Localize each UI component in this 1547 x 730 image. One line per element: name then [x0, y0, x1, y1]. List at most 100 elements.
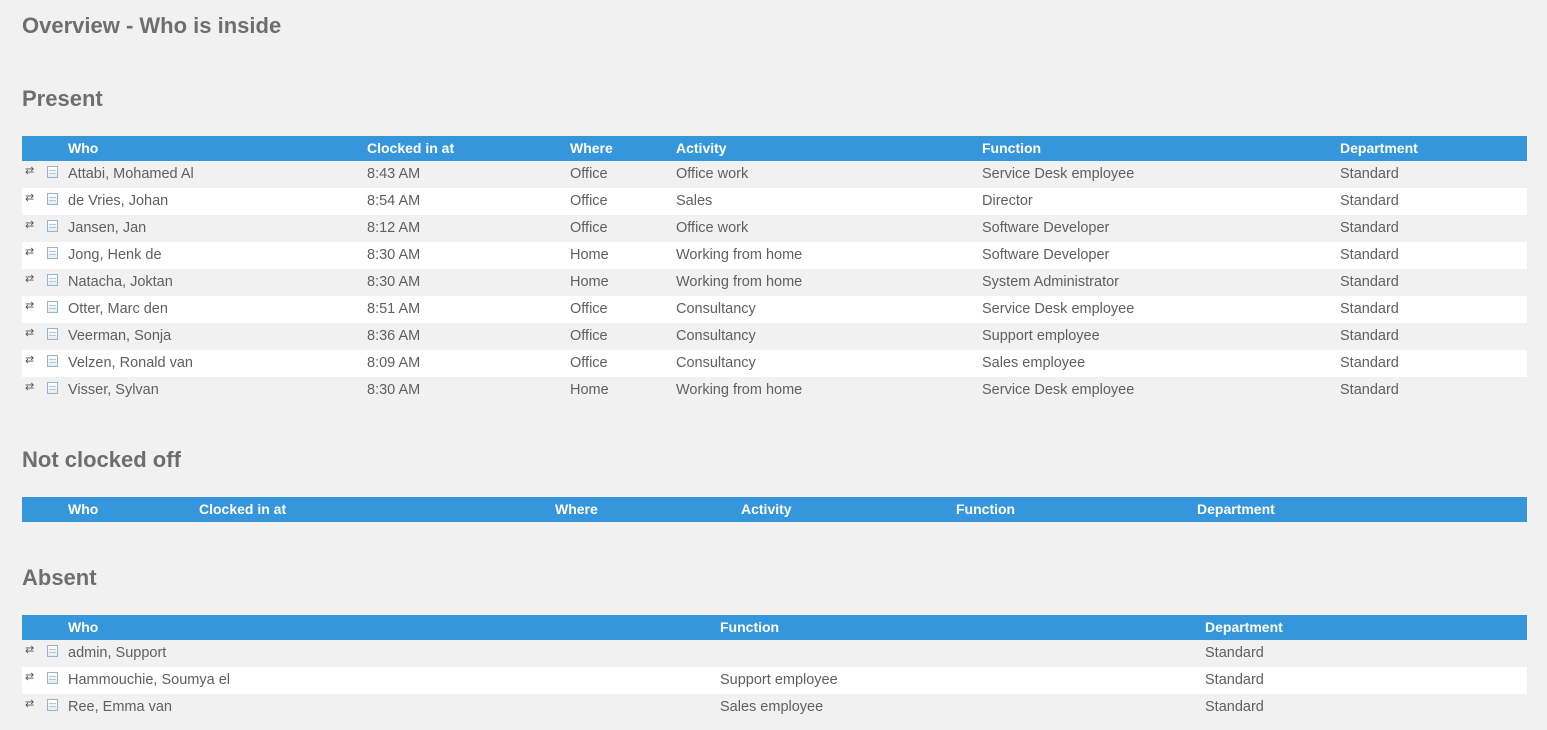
- cell-department: Standard: [1340, 193, 1399, 209]
- table-row: ⇄ de Vries, Johan 8:54 AM Office Sales Direct…: [22, 188, 1527, 215]
- not-clocked-off-table-header: Who Clocked in at Where Activity Functio…: [22, 497, 1527, 522]
- cell-department: Standard: [1340, 247, 1399, 263]
- present-table: Who Clocked in at Where Activity Functio…: [22, 136, 1527, 404]
- table-row: ⇄ Visser, Sylvan 8:30 AM Home Working from h…: [22, 377, 1527, 404]
- not-clocked-off-table: Who Clocked in at Where Activity Functio…: [22, 497, 1527, 522]
- document-icon[interactable]: [47, 355, 58, 367]
- table-row: ⇄ Hammouchie, Soumya el Support employee St…: [22, 667, 1527, 694]
- swap-arrows-icon[interactable]: ⇄: [25, 326, 39, 340]
- cell-who[interactable]: Velzen, Ronald van: [68, 350, 193, 377]
- col-header-activity[interactable]: Activity: [741, 497, 792, 522]
- cell-who[interactable]: Otter, Marc den: [68, 296, 168, 323]
- swap-arrows-icon[interactable]: ⇄: [25, 272, 39, 286]
- col-header-function[interactable]: Function: [720, 615, 779, 640]
- document-icon[interactable]: [47, 193, 58, 205]
- cell-clocked-in-at: 8:30 AM: [367, 274, 421, 290]
- swap-arrows-icon[interactable]: ⇄: [25, 670, 39, 684]
- cell-who[interactable]: Jansen, Jan: [68, 215, 146, 242]
- cell-department: Standard: [1340, 382, 1399, 398]
- cell-activity: Office work: [676, 166, 749, 182]
- col-header-clocked-in-at[interactable]: Clocked in at: [199, 497, 286, 522]
- col-header-clocked-in-at[interactable]: Clocked in at: [367, 136, 454, 161]
- swap-arrows-icon[interactable]: ⇄: [25, 643, 39, 657]
- cell-activity: Working from home: [676, 382, 803, 398]
- document-icon[interactable]: [47, 166, 58, 178]
- absent-section-title: Absent: [22, 565, 97, 590]
- swap-arrows-icon[interactable]: ⇄: [25, 191, 39, 205]
- cell-department: Standard: [1340, 355, 1399, 371]
- table-row: ⇄ Jansen, Jan 8:12 AM Office Office work Soft…: [22, 215, 1527, 242]
- swap-arrows-icon[interactable]: ⇄: [25, 164, 39, 178]
- cell-function: Sales employee: [982, 355, 1086, 371]
- col-header-department[interactable]: Department: [1340, 136, 1418, 161]
- cell-function: System Administrator: [982, 274, 1119, 290]
- table-row: ⇄ Ree, Emma van Sales employee Standard: [22, 694, 1527, 721]
- table-row: ⇄ Otter, Marc den 8:51 AM Office Consultancy…: [22, 296, 1527, 323]
- cell-who[interactable]: Visser, Sylvan: [68, 377, 159, 404]
- cell-department: Standard: [1340, 328, 1399, 344]
- cell-department: Standard: [1205, 645, 1264, 661]
- swap-arrows-icon[interactable]: ⇄: [25, 353, 39, 367]
- swap-arrows-icon[interactable]: ⇄: [25, 245, 39, 259]
- cell-function: Software Developer: [982, 247, 1110, 263]
- page-title: Overview - Who is inside: [22, 13, 282, 38]
- swap-arrows-icon[interactable]: ⇄: [25, 218, 39, 232]
- col-header-function[interactable]: Function: [982, 136, 1041, 161]
- col-header-who[interactable]: Who: [68, 136, 98, 161]
- col-header-function[interactable]: Function: [956, 497, 1015, 522]
- col-header-department[interactable]: Department: [1205, 615, 1283, 640]
- table-row: ⇄ Natacha, Joktan 8:30 AM Home Working from …: [22, 269, 1527, 296]
- swap-arrows-icon[interactable]: ⇄: [25, 697, 39, 711]
- table-row: ⇄ Attabi, Mohamed Al 8:43 AM Office Office w…: [22, 161, 1527, 188]
- cell-function: Director: [982, 193, 1033, 209]
- table-row: ⇄ Jong, Henk de 8:30 AM Home Working from ho…: [22, 242, 1527, 269]
- document-icon[interactable]: [47, 328, 58, 340]
- document-icon[interactable]: [47, 672, 58, 684]
- cell-who[interactable]: admin, Support: [68, 640, 166, 667]
- cell-who[interactable]: Natacha, Joktan: [68, 269, 173, 296]
- document-icon[interactable]: [47, 645, 58, 657]
- cell-clocked-in-at: 8:12 AM: [367, 220, 421, 236]
- col-header-department[interactable]: Department: [1197, 497, 1275, 522]
- cell-function: Service Desk employee: [982, 166, 1135, 182]
- absent-table-header: Who Function Department: [22, 615, 1527, 640]
- cell-function: Software Developer: [982, 220, 1110, 236]
- absent-table-body: ⇄ admin, Support Standard ⇄ Hammouchie, Soum…: [22, 640, 1527, 721]
- cell-where: Office: [570, 301, 608, 317]
- present-section-title: Present: [22, 86, 103, 111]
- cell-who[interactable]: Attabi, Mohamed Al: [68, 161, 194, 188]
- cell-who[interactable]: Hammouchie, Soumya el: [68, 667, 230, 694]
- present-table-body: ⇄ Attabi, Mohamed Al 8:43 AM Office Office w…: [22, 161, 1527, 404]
- present-table-header: Who Clocked in at Where Activity Functio…: [22, 136, 1527, 161]
- document-icon[interactable]: [47, 274, 58, 286]
- document-icon[interactable]: [47, 699, 58, 711]
- cell-clocked-in-at: 8:09 AM: [367, 355, 421, 371]
- cell-department: Standard: [1340, 166, 1399, 182]
- who-is-inside-page: Overview - Who is inside Present Who Clo…: [0, 0, 1547, 730]
- cell-where: Home: [570, 382, 609, 398]
- swap-arrows-icon[interactable]: ⇄: [25, 299, 39, 313]
- cell-department: Standard: [1205, 699, 1264, 715]
- col-header-where[interactable]: Where: [570, 136, 613, 161]
- cell-who[interactable]: Jong, Henk de: [68, 242, 162, 269]
- col-header-where[interactable]: Where: [555, 497, 598, 522]
- col-header-who[interactable]: Who: [68, 497, 98, 522]
- cell-activity: Consultancy: [676, 301, 756, 317]
- cell-where: Office: [570, 355, 608, 371]
- cell-who[interactable]: Veerman, Sonja: [68, 323, 171, 350]
- cell-who[interactable]: Ree, Emma van: [68, 694, 172, 721]
- col-header-who[interactable]: Who: [68, 615, 98, 640]
- document-icon[interactable]: [47, 247, 58, 259]
- document-icon[interactable]: [47, 301, 58, 313]
- col-header-activity[interactable]: Activity: [676, 136, 727, 161]
- document-icon[interactable]: [47, 220, 58, 232]
- cell-function: Support employee: [982, 328, 1100, 344]
- not-clocked-off-section-title: Not clocked off: [22, 447, 181, 472]
- swap-arrows-icon[interactable]: ⇄: [25, 380, 39, 394]
- cell-where: Office: [570, 166, 608, 182]
- document-icon[interactable]: [47, 382, 58, 394]
- cell-who[interactable]: de Vries, Johan: [68, 188, 168, 215]
- cell-department: Standard: [1205, 672, 1264, 688]
- cell-function: Sales employee: [720, 699, 824, 715]
- table-row: ⇄ Veerman, Sonja 8:36 AM Office Consultancy S…: [22, 323, 1527, 350]
